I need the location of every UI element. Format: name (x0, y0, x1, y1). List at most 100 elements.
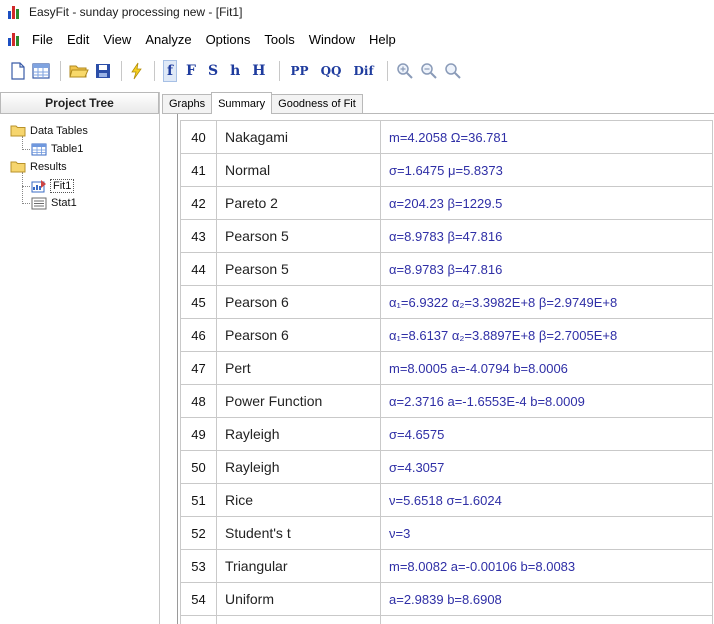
menu-help[interactable]: Help (369, 32, 396, 47)
zoom-in-icon[interactable] (396, 60, 414, 82)
toolbar-pp-plot-button[interactable]: PP (288, 60, 312, 82)
distribution-name-cell: Nakagami (216, 120, 381, 154)
table-row[interactable]: 47 Pert m=8.0005 a=-4.0794 b=8.0006 (180, 351, 713, 385)
tree-item-label: Results (30, 161, 67, 173)
parameters-cell: σ=4.3057 (380, 450, 713, 484)
distribution-name-cell: Pearson 6 (216, 285, 381, 319)
toolbar-survival-button[interactable]: S (205, 60, 221, 82)
parameters-cell: a=2.9839 b=8.6908 (380, 582, 713, 616)
table-row[interactable]: 43 Pearson 5 α=8.9783 β=47.816 (180, 219, 713, 253)
tree-item-stat1[interactable]: Stat1 (31, 196, 77, 210)
menu-tools[interactable]: Tools (264, 32, 294, 47)
toolbar-qq-plot-button[interactable]: QQ (318, 60, 345, 82)
row-number-cell: 53 (180, 549, 217, 583)
table-row[interactable]: 50 Rayleigh σ=4.3057 (180, 450, 713, 484)
toolbar-cumulative-hazard-button[interactable]: H (249, 60, 268, 82)
parameters-cell: m=8.0082 a=-0.00106 b=8.0083 (380, 549, 713, 583)
table-row[interactable]: 49 Rayleigh σ=4.6575 (180, 417, 713, 451)
distribution-name-cell: Pearson 6 (216, 318, 381, 352)
menu-file[interactable]: File (32, 32, 53, 47)
project-tree-header: Project Tree (0, 92, 159, 114)
zoom-icon[interactable] (444, 60, 462, 82)
fit-chart-icon (31, 180, 46, 193)
menu-options[interactable]: Options (206, 32, 251, 47)
parameters-cell: α=8.9783 β=47.816 (380, 219, 713, 253)
toolbar-separator (60, 61, 61, 81)
table-row[interactable]: 55Weibullα=2.8885 β=6.6684 (180, 615, 713, 624)
tree-item-table1[interactable]: Table1 (31, 142, 83, 156)
tree-item-label: Fit1 (50, 179, 75, 193)
tree-connector (22, 149, 30, 150)
distribution-name-cell: Pert (216, 351, 381, 385)
table-row[interactable]: 42 Pareto 2 α=204.23 β=1229.5 (180, 186, 713, 220)
toolbar-hazard-button[interactable]: h (227, 60, 243, 82)
tree-connector (22, 186, 30, 187)
toolbar-separator (386, 61, 388, 81)
summary-table: 40 Nakagami m=4.2058 Ω=36.781 41 Normal σ=1.6… (180, 120, 713, 624)
table-icon (31, 143, 47, 155)
save-disk-icon[interactable] (95, 60, 111, 82)
table-row[interactable]: 44 Pearson 5 α=8.9783 β=47.816 (180, 252, 713, 286)
distribution-name-cell: Rayleigh (216, 450, 381, 484)
open-folder-icon[interactable] (69, 60, 89, 82)
distribution-name-cell: Triangular (216, 549, 381, 583)
document-logo-icon[interactable] (8, 32, 22, 46)
tab-graphs[interactable]: Graphs (162, 94, 213, 113)
tree-item-fit1[interactable]: Fit1 (31, 179, 75, 193)
toolbar-separator (278, 61, 280, 81)
row-number-cell: 52 (180, 516, 217, 550)
table-row[interactable]: 46 Pearson 6 α₁=8.6137 α₂=3.8897E+8 β=2.70… (180, 318, 713, 352)
row-number-cell: 47 (180, 351, 217, 385)
folder-icon (10, 161, 26, 173)
menu-window[interactable]: Window (309, 32, 355, 47)
window-title: EasyFit - sunday processing new - [Fit1] (29, 5, 243, 19)
toolbar-difference-button[interactable]: Dif (350, 60, 376, 82)
summary-grid-area: 40 Nakagami m=4.2058 Ω=36.781 41 Normal σ=1.6… (162, 114, 714, 624)
row-number-cell: 51 (180, 483, 217, 517)
menu-analyze[interactable]: Analyze (145, 32, 191, 47)
tree-item-label: Table1 (51, 143, 84, 155)
distribution-name-cell: Uniform (216, 582, 381, 616)
zoom-out-icon[interactable] (420, 60, 438, 82)
table-row[interactable]: 53 Triangular m=8.0082 a=-0.00106 b=8.0083 (180, 549, 713, 583)
menu-edit[interactable]: Edit (67, 32, 89, 47)
table-icon[interactable] (32, 60, 50, 82)
tab-summary[interactable]: Summary (211, 92, 273, 114)
distribution-name-cell: Rice (216, 483, 381, 517)
folder-icon (10, 125, 26, 137)
distribution-name-cell: Normal (216, 153, 381, 187)
row-number-cell: 54 (180, 582, 217, 616)
parameters-cell: ν=3 (380, 516, 713, 550)
project-tree-panel: Project Tree Data Tables Table1 Results … (0, 92, 160, 624)
tree-connector (22, 203, 30, 204)
table-row[interactable]: 54 Uniform a=2.9839 b=8.6908 (180, 582, 713, 616)
table-row[interactable]: 41 Normal σ=1.6475 μ=5.8373 (180, 153, 713, 187)
lightning-icon[interactable] (130, 60, 144, 82)
table-row[interactable]: 51 Rice ν=5.6518 σ=1.6024 (180, 483, 713, 517)
row-number-cell: 50 (180, 450, 217, 484)
toolbar-cdf-button[interactable]: F (183, 60, 199, 82)
parameters-cell: α₁=6.9322 α₂=3.3982E+8 β=2.9749E+8 (380, 285, 713, 319)
tree-item-data-tables[interactable]: Data Tables (10, 124, 88, 138)
grid-border (177, 114, 178, 624)
menu-view[interactable]: View (103, 32, 131, 47)
row-number-cell: 55 (180, 615, 217, 624)
toolbar-pdf-button[interactable]: f (163, 60, 178, 82)
new-document-icon[interactable] (10, 60, 26, 82)
table-row[interactable]: 45 Pearson 6 α₁=6.9322 α₂=3.3982E+8 β=2.97… (180, 285, 713, 319)
title-bar: EasyFit - sunday processing new - [Fit1] (0, 0, 714, 24)
row-number-cell: 45 (180, 285, 217, 319)
toolbar: f F S h H PP QQ Dif (0, 56, 714, 86)
table-row[interactable]: 40 Nakagami m=4.2058 Ω=36.781 (180, 120, 713, 154)
tree-connector (22, 172, 23, 204)
parameters-cell: m=4.2058 Ω=36.781 (380, 120, 713, 154)
table-row[interactable]: 52 Student's t ν=3 (180, 516, 713, 550)
distribution-name-cell: Pearson 5 (216, 252, 381, 286)
stat-sheet-icon (31, 197, 47, 209)
row-number-cell: 48 (180, 384, 217, 418)
tree-item-results[interactable]: Results (10, 160, 67, 174)
table-row[interactable]: 48 Power Function α=2.3716 a=-1.6553E-4 b=… (180, 384, 713, 418)
tab-goodness-of-fit[interactable]: Goodness of Fit (271, 94, 363, 113)
row-number-cell: 43 (180, 219, 217, 253)
parameters-cell: α₁=8.6137 α₂=3.8897E+8 β=2.7005E+8 (380, 318, 713, 352)
